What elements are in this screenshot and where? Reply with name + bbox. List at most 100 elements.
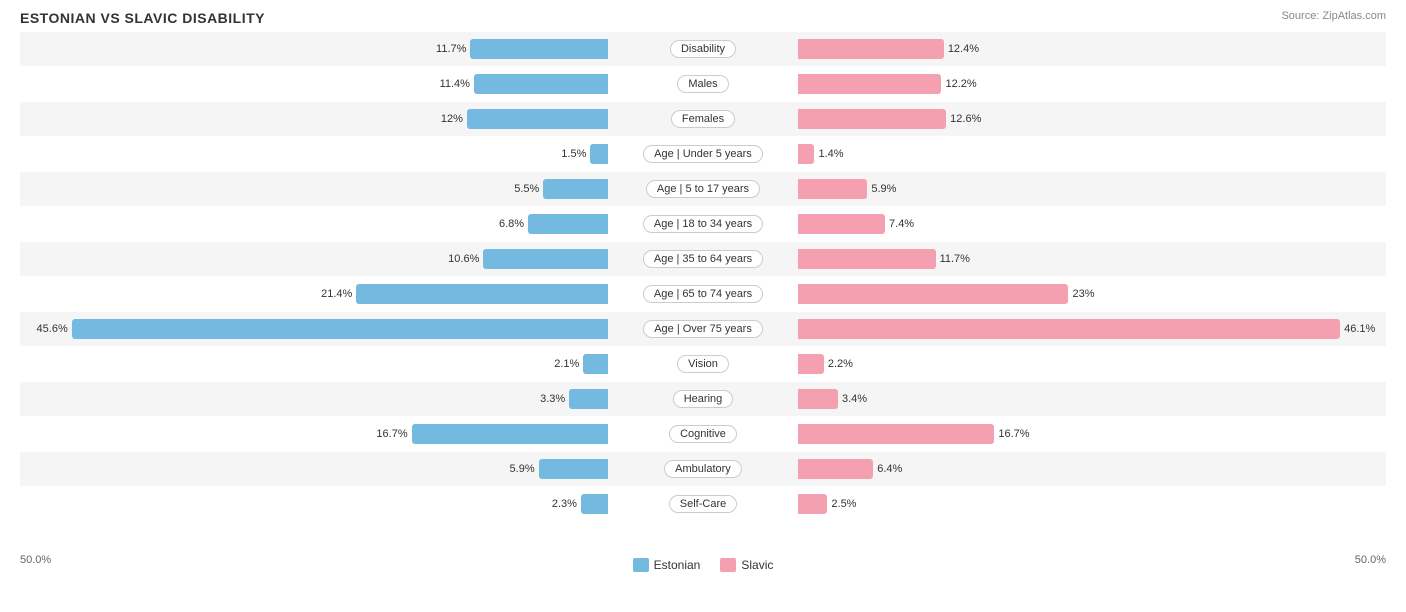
legend-label-slavic: Slavic xyxy=(741,558,773,572)
bar-pink xyxy=(798,424,994,444)
bar-value-right: 46.1% xyxy=(1344,323,1376,335)
bar-value-right: 6.4% xyxy=(877,463,909,475)
bar-blue xyxy=(583,354,608,374)
legend: Estonian Slavic xyxy=(633,558,774,572)
bar-row: 3.3% Hearing 3.4% xyxy=(20,382,1386,416)
bar-value-left: 2.1% xyxy=(547,358,579,370)
right-section: 23% xyxy=(798,277,1386,311)
bar-pink xyxy=(798,74,941,94)
bar-row: 2.3% Self-Care 2.5% xyxy=(20,487,1386,521)
center-label-wrap: Age | Under 5 years xyxy=(608,145,798,163)
bar-row: 45.6% Age | Over 75 years 46.1% xyxy=(20,312,1386,346)
bar-row: 21.4% Age | 65 to 74 years 23% xyxy=(20,277,1386,311)
legend-label-estonian: Estonian xyxy=(654,558,701,572)
bar-pink xyxy=(798,109,946,129)
bar-value-left: 16.7% xyxy=(376,428,408,440)
center-label: Age | 65 to 74 years xyxy=(643,285,763,303)
bar-value-left: 21.4% xyxy=(320,288,352,300)
right-section: 12.6% xyxy=(798,102,1386,136)
center-label-wrap: Age | 18 to 34 years xyxy=(608,215,798,233)
bar-value-right: 12.6% xyxy=(950,113,982,125)
bar-value-right: 12.4% xyxy=(948,43,980,55)
right-section: 3.4% xyxy=(798,382,1386,416)
bar-blue xyxy=(581,494,608,514)
bar-value-left: 11.4% xyxy=(438,78,470,90)
bar-pink xyxy=(798,214,885,234)
center-label-wrap: Age | 65 to 74 years xyxy=(608,285,798,303)
bar-value-right: 12.2% xyxy=(945,78,977,90)
legend-box-estonian xyxy=(633,558,649,572)
center-label: Disability xyxy=(670,40,736,58)
bar-row: 6.8%Age | 18 to 34 years7.4% xyxy=(20,207,1386,241)
bar-pink xyxy=(798,39,944,59)
bar-blue xyxy=(543,179,608,199)
left-section: 45.6% xyxy=(20,312,608,346)
left-section: 11.7% xyxy=(20,32,608,66)
bar-row: 1.5% Age | Under 5 years 1.4% xyxy=(20,137,1386,171)
bar-blue xyxy=(539,459,608,479)
bar-pink xyxy=(798,249,936,269)
bar-blue xyxy=(590,144,608,164)
right-section: 16.7% xyxy=(798,417,1386,451)
center-label: Self-Care xyxy=(669,495,737,513)
center-label-wrap: Vision xyxy=(608,355,798,373)
bar-value-right: 7.4% xyxy=(889,218,921,230)
center-label: Ambulatory xyxy=(664,460,742,478)
bar-value-left: 3.3% xyxy=(533,393,565,405)
center-label: Females xyxy=(671,110,735,128)
center-label-wrap: Males xyxy=(608,75,798,93)
bar-blue xyxy=(72,319,608,339)
bar-blue xyxy=(569,389,608,409)
bar-row: 11.7% Disability 12.4% xyxy=(20,32,1386,66)
right-section: 11.7% xyxy=(798,242,1386,276)
center-label-wrap: Age | 35 to 64 years xyxy=(608,250,798,268)
source-text: Source: ZipAtlas.com xyxy=(1281,10,1386,22)
bar-value-right: 23% xyxy=(1072,288,1104,300)
bar-pink xyxy=(798,354,824,374)
bar-blue xyxy=(412,424,608,444)
left-section: 10.6% xyxy=(20,242,608,276)
center-label: Age | 18 to 34 years xyxy=(643,215,763,233)
bar-value-left: 11.7% xyxy=(434,43,466,55)
legend-box-slavic xyxy=(720,558,736,572)
bar-pink xyxy=(798,144,814,164)
bar-value-left: 2.3% xyxy=(545,498,577,510)
bar-row: 5.5%Age | 5 to 17 years5.9% xyxy=(20,172,1386,206)
bar-value-right: 1.4% xyxy=(818,148,850,160)
bar-value-right: 2.5% xyxy=(831,498,863,510)
chart-container: ESTONIAN VS SLAVIC DISABILITY Source: Zi… xyxy=(0,0,1406,612)
center-label-wrap: Age | Over 75 years xyxy=(608,320,798,338)
right-section: 2.2% xyxy=(798,347,1386,381)
bar-row: 5.9% Ambulatory 6.4% xyxy=(20,452,1386,486)
bar-row: 10.6%Age | 35 to 64 years11.7% xyxy=(20,242,1386,276)
bar-value-right: 3.4% xyxy=(842,393,874,405)
bar-blue xyxy=(467,109,608,129)
bar-value-left: 45.6% xyxy=(36,323,68,335)
bar-value-right: 5.9% xyxy=(871,183,903,195)
axis-labels: 50.0% Estonian Slavic 50.0% xyxy=(20,554,1386,572)
bar-row: 11.4% Males 12.2% xyxy=(20,67,1386,101)
bar-value-left: 12% xyxy=(431,113,463,125)
bar-value-left: 5.9% xyxy=(503,463,535,475)
chart-title: ESTONIAN VS SLAVIC DISABILITY xyxy=(20,10,1386,26)
bar-pink xyxy=(798,459,873,479)
left-section: 12% xyxy=(20,102,608,136)
center-label: Cognitive xyxy=(669,425,737,443)
bar-pink xyxy=(798,179,867,199)
center-label-wrap: Disability xyxy=(608,40,798,58)
bar-row: 16.7% Cognitive 16.7% xyxy=(20,417,1386,451)
bar-value-left: 1.5% xyxy=(554,148,586,160)
center-label-wrap: Females xyxy=(608,110,798,128)
right-section: 12.4% xyxy=(798,32,1386,66)
bar-blue xyxy=(528,214,608,234)
right-section: 46.1% xyxy=(798,312,1386,346)
bar-blue xyxy=(470,39,608,59)
center-label: Hearing xyxy=(673,390,734,408)
left-section: 5.5% xyxy=(20,172,608,206)
right-section: 5.9% xyxy=(798,172,1386,206)
left-section: 5.9% xyxy=(20,452,608,486)
bar-pink xyxy=(798,494,827,514)
bar-blue xyxy=(483,249,608,269)
right-section: 2.5% xyxy=(798,487,1386,521)
axis-left: 50.0% xyxy=(20,554,51,572)
